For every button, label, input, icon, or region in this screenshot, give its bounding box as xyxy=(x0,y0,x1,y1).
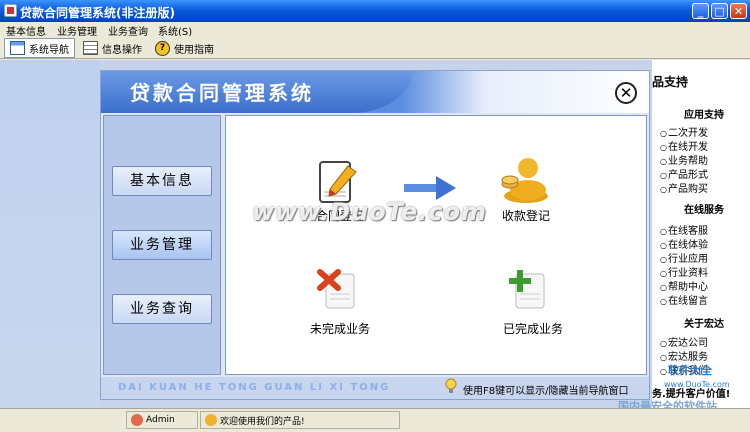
basic-info-button[interactable]: 基本信息 xyxy=(112,166,212,196)
support-link[interactable]: 宏达公司 xyxy=(660,334,708,349)
bulb-icon xyxy=(444,378,458,394)
footer-pinyin: DAI KUAN HE TONG GUAN LI XI TONG xyxy=(118,382,391,393)
arrow-right-icon xyxy=(404,176,456,200)
info-operation-label: 信息操作 xyxy=(102,44,142,56)
status-user: Admin xyxy=(126,411,198,429)
support-heading-online: 在线服务 xyxy=(684,205,724,216)
app-icon[interactable] xyxy=(4,4,17,17)
info-operation-button[interactable]: 信息操作 xyxy=(78,38,147,58)
grid-icon xyxy=(83,41,98,55)
payment-register-label[interactable]: 收款登记 xyxy=(476,207,576,224)
dialog-close-button[interactable]: ✕ xyxy=(615,82,637,104)
finished-business-icon[interactable] xyxy=(506,268,550,312)
support-title: 品支持 xyxy=(652,75,689,89)
close-button[interactable]: ✕ xyxy=(730,3,747,19)
user-icon xyxy=(131,414,143,426)
support-link[interactable]: 帮助中心 xyxy=(660,278,708,293)
payment-register-icon[interactable] xyxy=(498,156,554,204)
finished-business-label[interactable]: 已完成业务 xyxy=(483,320,583,337)
support-link[interactable]: 在线留言 xyxy=(660,292,708,307)
window-title: 贷款合同管理系统(非注册版) xyxy=(20,6,175,20)
support-link[interactable]: 在线开发 xyxy=(660,138,708,153)
business-management-button[interactable]: 业务管理 xyxy=(112,230,212,260)
help-guide-button[interactable]: ? 使用指南 xyxy=(150,38,219,58)
support-link[interactable]: 在线客服 xyxy=(660,222,708,237)
maximize-button[interactable]: □ xyxy=(711,3,728,19)
status-welcome: 欢迎使用我们的产品! xyxy=(200,411,400,429)
people-icon xyxy=(205,414,217,426)
corner-logo-text: 软件大全 xyxy=(668,364,712,377)
dialog-title: 贷款合同管理系统 xyxy=(130,81,314,105)
support-link[interactable]: 业务帮助 xyxy=(660,152,708,167)
footer-hint: 使用F8键可以显示/隐藏当前导航窗口 xyxy=(463,386,629,397)
corner-logo-url: www.DuoTe.com xyxy=(664,380,730,389)
left-panel xyxy=(0,60,100,408)
system-nav-label: 系统导航 xyxy=(29,44,69,56)
window-icon xyxy=(10,41,25,55)
support-link[interactable]: 产品形式 xyxy=(660,166,708,181)
help-icon: ? xyxy=(155,40,170,56)
support-link[interactable]: 产品购买 xyxy=(660,180,708,195)
dialog-content xyxy=(225,115,647,375)
status-user-label: Admin xyxy=(146,415,175,425)
watermark: www.DuoTe.com xyxy=(252,198,487,226)
support-link[interactable]: 行业资料 xyxy=(660,264,708,279)
support-link[interactable]: 在线体验 xyxy=(660,236,708,251)
support-heading-app: 应用支持 xyxy=(684,110,724,121)
support-link[interactable]: 行业应用 xyxy=(660,250,708,265)
system-nav-button[interactable]: 系统导航 xyxy=(4,38,75,58)
unfinished-business-label[interactable]: 未完成业务 xyxy=(290,320,390,337)
support-link[interactable]: 二次开发 xyxy=(660,124,708,139)
business-query-button[interactable]: 业务查询 xyxy=(112,294,212,324)
unfinished-business-icon[interactable] xyxy=(316,268,360,312)
support-heading-about: 关于宏达 xyxy=(684,319,724,330)
minimize-button[interactable]: _ xyxy=(692,3,709,19)
help-guide-label: 使用指南 xyxy=(174,44,214,56)
status-welcome-label: 欢迎使用我们的产品! xyxy=(220,416,305,427)
support-link[interactable]: 宏达服务 xyxy=(660,348,708,363)
